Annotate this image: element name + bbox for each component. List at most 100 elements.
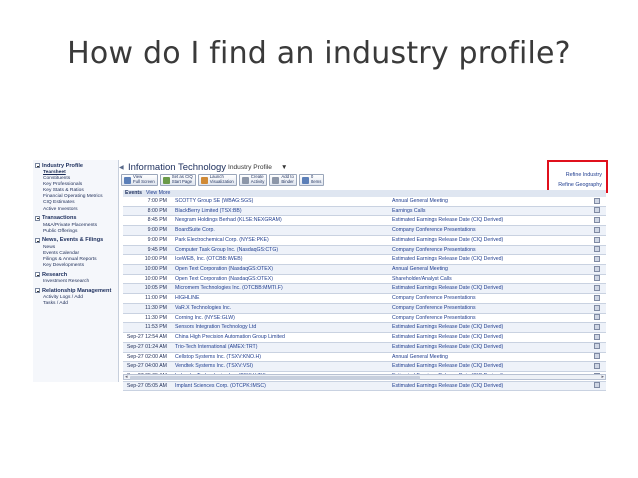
document-icon[interactable]: [593, 343, 600, 350]
sidebar-heading-relationship-management[interactable]: Relationship Management: [33, 286, 118, 295]
toolbar-button-items[interactable]: 0 Items: [298, 174, 325, 186]
table-row[interactable]: Sep-27 12:54 AM China High Precision Auto…: [123, 332, 606, 343]
collapse-box-icon[interactable]: [35, 272, 40, 278]
table-row[interactable]: 8:45 PM Nexgram Holdings Berhad (KLSE:NEX…: [123, 215, 606, 227]
event-company-link[interactable]: Trio-Tech International (AMEX:TRT): [173, 342, 390, 353]
event-type-link[interactable]: Company Conference Presentations: [390, 303, 587, 314]
event-company-link[interactable]: Sensors Integration Technology Ltd: [173, 322, 390, 334]
collapse-sidebar-icon[interactable]: ◀: [119, 164, 124, 171]
document-icon[interactable]: [593, 207, 600, 214]
event-type-link[interactable]: Estimated Earnings Release Date (CIQ Der…: [390, 254, 587, 266]
event-company-link[interactable]: BoardSuite Corp.: [173, 225, 390, 236]
document-icon[interactable]: [593, 353, 600, 360]
table-row[interactable]: Sep-27 02:00 AM Cellstop Systems Inc. (TS…: [123, 352, 606, 363]
document-icon[interactable]: [593, 246, 600, 253]
collapse-box-icon[interactable]: [35, 237, 40, 243]
event-company-link[interactable]: Corning Inc. (NYSE:GLW): [173, 313, 390, 324]
sidebar-item-active-investors[interactable]: Active Investors: [33, 207, 118, 213]
event-type-link[interactable]: Annual General Meeting: [390, 197, 587, 207]
table-row[interactable]: Sep-27 04:00 AM Vendtek Systems Inc. (TSX…: [123, 361, 606, 372]
event-company-link[interactable]: IceWEB, Inc. (OTCBB:IWEB): [173, 254, 390, 266]
table-row[interactable]: Sep-27 05:05 AM Implant Sciences Corp. (O…: [123, 381, 606, 392]
view-more-link[interactable]: View More: [146, 190, 170, 196]
document-icon[interactable]: [593, 217, 600, 224]
table-row[interactable]: 10:00 PM Open Text Corporation (NasdaqGS:…: [123, 274, 606, 285]
event-company-link[interactable]: BlackBerry Limited (TSX:BB): [173, 206, 390, 217]
event-type-link[interactable]: Shareholder/Analyst Calls: [390, 274, 587, 285]
event-company-link[interactable]: SCOTTY Group SE (WBAG:SGS): [173, 197, 390, 207]
document-icon[interactable]: [593, 333, 600, 340]
toolbar-button-visualization[interactable]: Launch Visualization: [197, 174, 237, 186]
event-type-link[interactable]: Estimated Earnings Release Date (CIQ Der…: [390, 381, 587, 392]
event-type-link[interactable]: Company Conference Presentations: [390, 225, 587, 236]
event-company-link[interactable]: Park Electrochemical Corp. (NYSE:PKE): [173, 235, 390, 246]
event-type-link[interactable]: Estimated Earnings Release Date (CIQ Der…: [390, 322, 587, 334]
event-company-link[interactable]: Nexgram Holdings Berhad (KLSE:NEXGRAM): [173, 215, 390, 227]
sidebar-item-public-offerings[interactable]: Public Offerings: [33, 229, 118, 235]
horizontal-scrollbar[interactable]: ◂ ▸: [123, 374, 606, 380]
event-type-link[interactable]: Annual General Meeting: [390, 352, 587, 363]
table-row[interactable]: Sep-27 01:24 AM Trio-Tech International (…: [123, 342, 606, 353]
sidebar-item-tasks-add[interactable]: Tasks / Add: [33, 301, 118, 307]
event-type-link[interactable]: Company Conference Presentations: [390, 313, 587, 324]
collapse-box-icon[interactable]: [35, 288, 40, 294]
event-company-link[interactable]: HIGHLINE: [173, 293, 390, 304]
toolbar-button-full-screen[interactable]: View Full Screen: [121, 174, 158, 186]
sidebar-item-key-developments[interactable]: Key Developments: [33, 263, 118, 269]
scrollbar-thumb[interactable]: [130, 376, 420, 380]
sidebar-heading-transactions[interactable]: Transactions: [33, 214, 118, 223]
document-icon[interactable]: [593, 294, 600, 301]
event-type-link[interactable]: Estimated Earnings Release Date (CIQ Der…: [390, 215, 587, 227]
document-icon[interactable]: [593, 275, 600, 282]
document-icon[interactable]: [593, 265, 600, 272]
table-row[interactable]: 10:00 PM IceWEB, Inc. (OTCBB:IWEB) Estimat…: [123, 254, 606, 266]
toolbar-button-binder[interactable]: Add to Binder: [269, 174, 297, 186]
table-row[interactable]: 7:00 PM SCOTTY Group SE (WBAG:SGS) Annual …: [123, 197, 606, 207]
event-company-link[interactable]: Open Text Corporation (NasdaqGS:OTEX): [173, 264, 390, 275]
document-icon[interactable]: [593, 197, 600, 204]
document-icon[interactable]: [593, 382, 600, 389]
collapse-box-icon[interactable]: [35, 215, 40, 221]
sidebar-item-investment-research[interactable]: Investment Research: [33, 279, 118, 285]
toolbar-button-start-page[interactable]: Set as CIQ Start Page: [159, 174, 196, 186]
event-type-link[interactable]: Estimated Earnings Release Date (CIQ Der…: [390, 332, 587, 343]
table-row[interactable]: 11:30 PM Corning Inc. (NYSE:GLW) Company C…: [123, 313, 606, 324]
document-icon[interactable]: [593, 314, 600, 321]
table-row[interactable]: 11:53 PM Sensors Integration Technology L…: [123, 322, 606, 334]
table-row[interactable]: 9:00 PM Park Electrochemical Corp. (NYSE:…: [123, 235, 606, 246]
table-row[interactable]: 8:00 PM BlackBerry Limited (TSX:BB) Earnin…: [123, 206, 606, 217]
event-type-link[interactable]: Estimated Earnings Release Date (CIQ Der…: [390, 235, 587, 246]
event-type-link[interactable]: Estimated Earnings Release Date (CIQ Der…: [390, 361, 587, 372]
table-row[interactable]: 11:00 PM HIGHLINE Company Conference Prese…: [123, 293, 606, 304]
chevron-down-icon[interactable]: ▼: [281, 164, 287, 171]
scroll-left-icon[interactable]: ◂: [125, 374, 128, 380]
event-company-link[interactable]: Computer Task Group Inc. (NasdaqGS:CTG): [173, 245, 390, 256]
toolbar-button-activity[interactable]: Create Activity: [238, 174, 268, 186]
table-row[interactable]: 11:30 PM VaR.X Technologies Inc. Company C…: [123, 303, 606, 314]
table-row[interactable]: 10:00 PM Open Text Corporation (NasdaqGS:…: [123, 264, 606, 275]
document-icon[interactable]: [593, 236, 600, 243]
event-type-link[interactable]: Company Conference Presentations: [390, 245, 587, 256]
table-row[interactable]: 9:00 PM BoardSuite Corp. Company Conferenc…: [123, 225, 606, 236]
event-company-link[interactable]: Micromem Technologies Inc. (OTCBB:MMTI.F…: [173, 283, 390, 295]
table-row[interactable]: 9:45 PM Computer Task Group Inc. (NasdaqG…: [123, 245, 606, 256]
sidebar-heading-news-events-filings[interactable]: News, Events & Filings: [33, 236, 118, 245]
document-icon[interactable]: [593, 362, 600, 369]
event-company-link[interactable]: China High Precision Automation Group Li…: [173, 332, 390, 343]
refine-industry-link[interactable]: Refine Industry: [566, 172, 602, 178]
event-type-link[interactable]: Company Conference Presentations: [390, 293, 587, 304]
document-icon[interactable]: [593, 304, 600, 311]
scroll-right-icon[interactable]: ▸: [601, 374, 604, 380]
sidebar-heading-research[interactable]: Research: [33, 270, 118, 279]
refine-geography-link[interactable]: Refine Geography: [558, 182, 602, 188]
event-company-link[interactable]: Cellstop Systems Inc. (TSXV:KNO.H): [173, 352, 390, 363]
document-icon[interactable]: [593, 285, 600, 292]
event-company-link[interactable]: Implant Sciences Corp. (OTCPK:IMSC): [173, 381, 390, 392]
document-icon[interactable]: [593, 226, 600, 233]
document-icon[interactable]: [593, 255, 600, 262]
sidebar-heading-industry-profile[interactable]: Industry Profile: [33, 161, 118, 170]
event-company-link[interactable]: VaR.X Technologies Inc.: [173, 303, 390, 314]
event-company-link[interactable]: Vendtek Systems Inc. (TSXV:VSI): [173, 361, 390, 372]
event-type-link[interactable]: Annual General Meeting: [390, 264, 587, 275]
event-type-link[interactable]: Estimated Earnings Release Date (CIQ Der…: [390, 283, 587, 295]
